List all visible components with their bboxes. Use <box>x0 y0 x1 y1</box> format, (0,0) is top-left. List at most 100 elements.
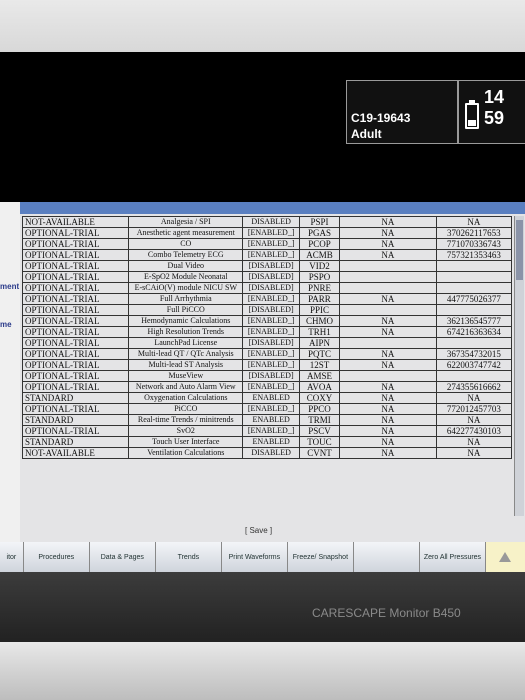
license-type-cell: OPTIONAL-TRIAL <box>21 293 130 305</box>
option-key-cell: NA <box>435 414 513 426</box>
option-code-cell: PSCV <box>298 425 341 437</box>
option-code-cell: COXY <box>298 392 341 404</box>
option-code-cell: AVOA <box>298 381 341 393</box>
option-name-cell: Ventilation Calculations <box>128 447 244 459</box>
table-row[interactable]: STANDARD Real-time Trends / minitrends ENA… <box>21 414 513 426</box>
table-row[interactable]: OPTIONAL-TRIAL LaunchPad License [DISABLED… <box>21 337 513 349</box>
option-name-cell: Dual Video <box>128 260 244 272</box>
option-key-cell <box>435 271 513 283</box>
option-value-cell <box>339 260 437 272</box>
table-row[interactable]: STANDARD Touch User Interface ENABLED TOUC N… <box>21 436 513 448</box>
option-key-cell: 772012457703 <box>435 403 513 415</box>
table-row[interactable]: OPTIONAL-TRIAL E-SpO2 Module Neonatal [DIS… <box>21 271 513 283</box>
option-status-cell: [ENABLED_] <box>242 315 300 327</box>
alarm-button[interactable] <box>485 542 525 572</box>
option-code-cell: AIPN <box>298 337 341 349</box>
sidebar-label-1[interactable]: ment <box>0 282 19 291</box>
option-name-cell: Combo Telemetry ECG <box>128 249 244 261</box>
table-row[interactable]: OPTIONAL-TRIAL E-sCAiO(V) module NICU SW[… <box>21 282 513 294</box>
table-row[interactable]: OPTIONAL-TRIAL High Resolution Trends [ENA… <box>21 326 513 338</box>
table-row[interactable]: OPTIONAL-TRIAL Hemodynamic Calculations [E… <box>21 315 513 327</box>
table-row[interactable]: NOT-AVAILABLE Analgesia / SPI DISABLED PSPI… <box>21 216 513 228</box>
option-code-cell: TRH1 <box>298 326 341 338</box>
license-type-cell: OPTIONAL-TRIAL <box>21 227 130 239</box>
option-key-cell <box>435 370 513 382</box>
option-status-cell: DISABLED <box>242 447 300 459</box>
option-value-cell: NA <box>339 216 437 228</box>
toolbar-data-pages-button[interactable]: Data & Pages <box>89 542 156 572</box>
table-scrollbar[interactable] <box>514 216 524 516</box>
table-row[interactable]: OPTIONAL-TRIAL MuseView [DISABLED] AMSE <box>21 370 513 382</box>
brand-label: CARESCAPE Monitor B450 <box>312 606 461 620</box>
battery-icon <box>465 100 479 129</box>
table-row[interactable]: OPTIONAL-TRIAL Anesthetic agent measureme… <box>21 227 513 239</box>
toolbar-empty-button[interactable] <box>353 542 420 572</box>
toolbar-trends-button[interactable]: Trends <box>155 542 222 572</box>
toolbar-freeze-snapshot-button[interactable]: Freeze/ Snapshot <box>287 542 354 572</box>
table-row[interactable]: OPTIONAL-TRIAL Network and Auto Alarm Vie… <box>21 381 513 393</box>
option-code-cell: PQTC <box>298 348 341 360</box>
option-code-cell: PNRE <box>298 282 341 294</box>
monitor-bottom-bezel: CARESCAPE Monitor B450 <box>0 572 525 642</box>
option-value-cell: NA <box>339 238 437 250</box>
option-code-cell: CHMO <box>298 315 341 327</box>
option-code-cell: ACMB <box>298 249 341 261</box>
option-value-cell: NA <box>339 227 437 239</box>
sidebar-label-2[interactable]: me <box>0 320 12 329</box>
option-name-cell: E-sCAiO(V) module NICU SW <box>128 282 244 294</box>
option-key-cell: NA <box>435 436 513 448</box>
option-name-cell: MuseView <box>128 370 244 382</box>
option-key-cell: 447775026377 <box>435 293 513 305</box>
license-type-cell: OPTIONAL-TRIAL <box>21 348 130 360</box>
table-row[interactable]: STANDARD Oxygenation Calculations ENABLED C… <box>21 392 513 404</box>
toolbar-zero-all-pressures-button[interactable]: Zero All Pressures <box>419 542 486 572</box>
license-type-cell: OPTIONAL-TRIAL <box>21 315 130 327</box>
monitor-base <box>0 642 525 700</box>
option-key-cell <box>435 304 513 316</box>
option-name-cell: High Resolution Trends <box>128 326 244 338</box>
option-status-cell: [ENABLED_] <box>242 227 300 239</box>
license-type-cell: NOT-AVAILABLE <box>21 447 130 459</box>
toolbar-monitor-button[interactable]: itor <box>0 542 24 572</box>
option-code-cell: PSPI <box>298 216 341 228</box>
toolbar-print-waveforms-button[interactable]: Print Waveforms <box>221 542 288 572</box>
table-row[interactable]: OPTIONAL-TRIAL Multi-lead QT / QTc Analys… <box>21 348 513 360</box>
table-row[interactable]: OPTIONAL-TRIAL Combo Telemetry ECG [ENABLE… <box>21 249 513 261</box>
option-key-cell <box>435 337 513 349</box>
table-row[interactable]: OPTIONAL-TRIAL Multi-lead ST Analysis [ENA… <box>21 359 513 371</box>
license-type-cell: OPTIONAL-TRIAL <box>21 304 130 316</box>
option-status-cell: ENABLED <box>242 392 300 404</box>
patient-id: C19-19643 <box>351 111 411 125</box>
option-status-cell: [ENABLED_] <box>242 381 300 393</box>
option-name-cell: Multi-lead QT / QTc Analysis <box>128 348 244 360</box>
option-value-cell <box>339 271 437 283</box>
save-button[interactable]: [ Save ] <box>245 526 272 535</box>
toolbar-procedures-button[interactable]: Procedures <box>23 542 90 572</box>
software-options-panel: NOT-AVAILABLE Analgesia / SPI DISABLED PSPI… <box>20 202 525 542</box>
monitor-screen: C19-19643 Adult 14 59 ment me NOT-AVAILA… <box>0 52 525 572</box>
option-name-cell: Anesthetic agent measurement <box>128 227 244 239</box>
table-row[interactable]: OPTIONAL-TRIAL PiCCO [ENABLED_] PPCO NA 77201… <box>21 403 513 415</box>
option-status-cell: [ENABLED_] <box>242 238 300 250</box>
table-row[interactable]: OPTIONAL-TRIAL Full PiCCO [DISABLED] PPIC <box>21 304 513 316</box>
option-status-cell: [ENABLED_] <box>242 359 300 371</box>
table-row[interactable]: NOT-AVAILABLE Ventilation Calculations DIS… <box>21 447 513 459</box>
option-status-cell: [ENABLED_] <box>242 326 300 338</box>
clock: 14 59 <box>484 87 505 128</box>
option-name-cell: Multi-lead ST Analysis <box>128 359 244 371</box>
option-value-cell: NA <box>339 403 437 415</box>
scrollbar-thumb[interactable] <box>516 220 523 280</box>
table-row[interactable]: OPTIONAL-TRIAL SvO2 [ENABLED_] PSCV NA 642277… <box>21 425 513 437</box>
table-row[interactable]: OPTIONAL-TRIAL CO [ENABLED_] PCOP NA 77107033… <box>21 238 513 250</box>
patient-category: Adult <box>351 127 382 141</box>
option-key-cell: NA <box>435 392 513 404</box>
options-table: NOT-AVAILABLE Analgesia / SPI DISABLED PSPI… <box>21 216 513 459</box>
option-value-cell: NA <box>339 414 437 426</box>
option-key-cell: 642277430103 <box>435 425 513 437</box>
option-key-cell: 674216363634 <box>435 326 513 338</box>
license-type-cell: OPTIONAL-TRIAL <box>21 282 130 294</box>
bottom-toolbar: itor Procedures Data & Pages Trends Prin… <box>0 542 525 572</box>
table-row[interactable]: OPTIONAL-TRIAL Dual Video [DISABLED] VID2 <box>21 260 513 272</box>
patient-info-box[interactable]: C19-19643 Adult <box>346 80 458 144</box>
table-row[interactable]: OPTIONAL-TRIAL Full Arrhythmia [ENABLED_] P… <box>21 293 513 305</box>
